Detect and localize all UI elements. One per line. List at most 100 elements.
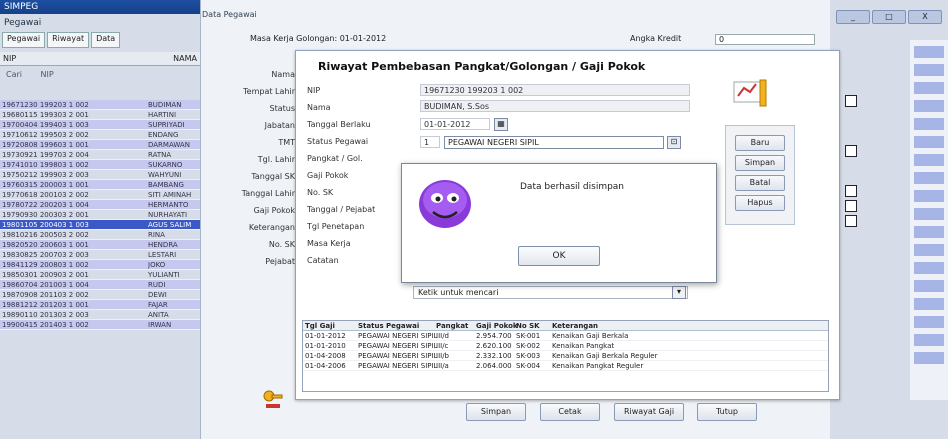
simpan-button[interactable]: Simpan — [735, 155, 785, 171]
table-cell: SK-004 — [516, 362, 541, 370]
list-item[interactable]: 19881212 201203 1 001 FAJAR — [0, 300, 200, 310]
table-cell: 01-04-2008 — [305, 352, 346, 360]
table-cell: PEGAWAI NEGERI SIPIL — [358, 352, 438, 360]
table-row[interactable]: 01-04-2008 PEGAWAI NEGERI SIPIL III/b 2.332… — [303, 351, 828, 361]
form-icon — [730, 72, 774, 112]
checkbox-2[interactable] — [845, 145, 857, 157]
middle-label: Status — [269, 104, 296, 113]
list-filter: Cari NIP — [0, 68, 200, 96]
list-item[interactable]: 19850301 200903 2 001 YULIANTI — [0, 270, 200, 280]
nip-field[interactable]: 19671230 199203 1 002 — [420, 84, 690, 96]
dropdown-icon[interactable]: ▾ — [672, 286, 686, 299]
baru-button[interactable]: Baru — [735, 135, 785, 151]
maximize-button[interactable]: □ — [872, 10, 906, 24]
status-pegawai-combo[interactable]: PEGAWAI NEGERI SIPIL — [444, 136, 664, 149]
table-cell: III/b — [436, 352, 449, 360]
list-item-nama: FAJAR — [148, 301, 168, 309]
form-label: Masa Kerja — [307, 239, 351, 248]
list-item[interactable]: 19780722 200203 1 004 HERMANTO — [0, 200, 200, 210]
close-button[interactable]: X — [908, 10, 942, 24]
tanggal-field[interactable]: 01-01-2012 — [420, 118, 490, 130]
hapus-button[interactable]: Hapus — [735, 195, 785, 211]
list-item[interactable]: 19710612 199503 2 002 ENDANG — [0, 130, 200, 140]
table-cell: III/d — [436, 332, 449, 340]
list-item[interactable]: 19820520 200603 1 001 HENDRA — [0, 240, 200, 250]
th-ket: Keterangan — [552, 322, 599, 330]
list-item-nama: LESTARI — [148, 251, 177, 259]
nama-field[interactable]: BUDIMAN, S.Sos — [420, 100, 690, 112]
tab-data[interactable]: Data — [91, 32, 121, 48]
footer-simpan-button[interactable]: Simpan — [466, 403, 526, 421]
table-cell: 2.954.700 — [476, 332, 512, 340]
checkbox-3[interactable] — [845, 185, 857, 197]
list-item-nip: 19680115 199303 2 001 — [2, 111, 89, 119]
table-cell: III/a — [436, 362, 449, 370]
form-label: NIP — [307, 86, 321, 95]
list-item[interactable]: 19671230 199203 1 002 BUDIMAN — [0, 100, 200, 110]
list-item-nama: HERMANTO — [148, 201, 189, 209]
tutup-button[interactable]: Tutup — [697, 403, 757, 421]
checkbox-1[interactable] — [845, 95, 857, 107]
table-row[interactable]: 01-01-2012 PEGAWAI NEGERI SIPIL III/d 2.954… — [303, 331, 828, 341]
col-header-nama[interactable]: NAMA — [173, 54, 197, 63]
minimize-button[interactable]: _ — [836, 10, 870, 24]
calendar-icon[interactable]: ▦ — [494, 118, 508, 131]
list-item[interactable]: 19860704 201003 1 004 RUDI — [0, 280, 200, 290]
table-row[interactable]: 01-04-2006 PEGAWAI NEGERI SIPIL III/a 2.064… — [303, 361, 828, 371]
table-cell: PEGAWAI NEGERI SIPIL — [358, 362, 438, 370]
status-code-field[interactable]: 1 — [420, 136, 440, 148]
table-header: Tgl Gaji Status Pegawai Pangkat Gaji Pok… — [303, 321, 828, 331]
list-item[interactable]: 19810216 200503 2 002 RINA — [0, 230, 200, 240]
riwayat-gaji-button[interactable]: Riwayat Gaji — [614, 403, 684, 421]
masa-kerja-label: Masa Kerja Golongan: 01-01-2012 — [250, 34, 387, 43]
list-item-nama: NURHAYATI — [148, 211, 188, 219]
list-item[interactable]: 19841129 200803 1 002 JOKO — [0, 260, 200, 270]
checkbox-4[interactable] — [845, 200, 857, 212]
list-item[interactable]: 19741010 199803 1 002 SUKARNO — [0, 160, 200, 170]
list-item[interactable]: 19680115 199303 2 001 HARTINI — [0, 110, 200, 120]
checkbox-5[interactable] — [845, 215, 857, 227]
table-cell: 01-04-2006 — [305, 362, 346, 370]
list-item-nip: 19780722 200203 1 004 — [2, 201, 89, 209]
list-item[interactable]: 19750212 199903 2 003 WAHYUNI — [0, 170, 200, 180]
lookup-icon[interactable]: ⊡ — [667, 136, 681, 149]
list-item[interactable]: 19801105 200403 1 003 AGUS SALIM — [0, 220, 200, 230]
tab-pegawai[interactable]: Pegawai — [2, 32, 46, 48]
list-item-nama: YULIANTI — [148, 271, 180, 279]
col-header-nip[interactable]: NIP — [3, 54, 16, 63]
list-item-nama: HENDRA — [148, 241, 178, 249]
list-item[interactable]: 19830825 200703 2 003 LESTARI — [0, 250, 200, 260]
list-item-nip: 19820520 200603 1 001 — [2, 241, 89, 249]
list-item-nama: DEWI — [148, 291, 167, 299]
list-item-nama: RATNA — [148, 151, 172, 159]
form-title: Riwayat Pembebasan Pangkat/Golongan / Ga… — [318, 60, 646, 73]
list-item-nip: 19700404 199403 1 003 — [2, 121, 89, 129]
filter-value[interactable]: NIP — [41, 70, 54, 79]
list-item[interactable]: 19720808 199603 1 001 DARMAWAN — [0, 140, 200, 150]
list-item[interactable]: 19760315 200003 1 001 BAMBANG — [0, 180, 200, 190]
list-item-nama: WAHYUNI — [148, 171, 182, 179]
search-input[interactable]: Ketik untuk mencari — [413, 286, 688, 299]
batal-button[interactable]: Batal — [735, 175, 785, 191]
table-row[interactable]: 01-01-2010 PEGAWAI NEGERI SIPIL III/c 2.620… — [303, 341, 828, 351]
cetak-button[interactable]: Cetak — [540, 403, 600, 421]
list-item[interactable]: 19730921 199703 2 004 RATNA — [0, 150, 200, 160]
middle-panel-title: Data Pegawai — [202, 10, 257, 19]
angka-kredit-value[interactable]: 0 — [715, 34, 815, 45]
list-item[interactable]: 19890110 201303 2 003 ANITA — [0, 310, 200, 320]
ok-button[interactable]: OK — [518, 246, 600, 266]
table-cell: Kenaikan Pangkat — [552, 342, 615, 350]
list-item[interactable]: 19900415 201403 1 002 IRWAN — [0, 320, 200, 330]
tab-riwayat[interactable]: Riwayat — [47, 32, 90, 48]
form-label: Tgl Penetapan — [307, 222, 365, 231]
list-item-nip: 19870908 201103 2 002 — [2, 291, 89, 299]
list-item[interactable]: 19870908 201103 2 002 DEWI — [0, 290, 200, 300]
list-item[interactable]: 19770618 200103 2 002 SITI AMINAH — [0, 190, 200, 200]
app-title-bar: SIMPEG — [0, 0, 200, 14]
list-item-nip: 19760315 200003 1 001 — [2, 181, 89, 189]
list-item[interactable]: 19790930 200303 2 001 NURHAYATI — [0, 210, 200, 220]
list-item[interactable]: 19700404 199403 1 003 SUPRIYADI — [0, 120, 200, 130]
table-cell: PEGAWAI NEGERI SIPIL — [358, 342, 438, 350]
form-label: Catatan — [307, 256, 339, 265]
table-cell: III/c — [436, 342, 449, 350]
